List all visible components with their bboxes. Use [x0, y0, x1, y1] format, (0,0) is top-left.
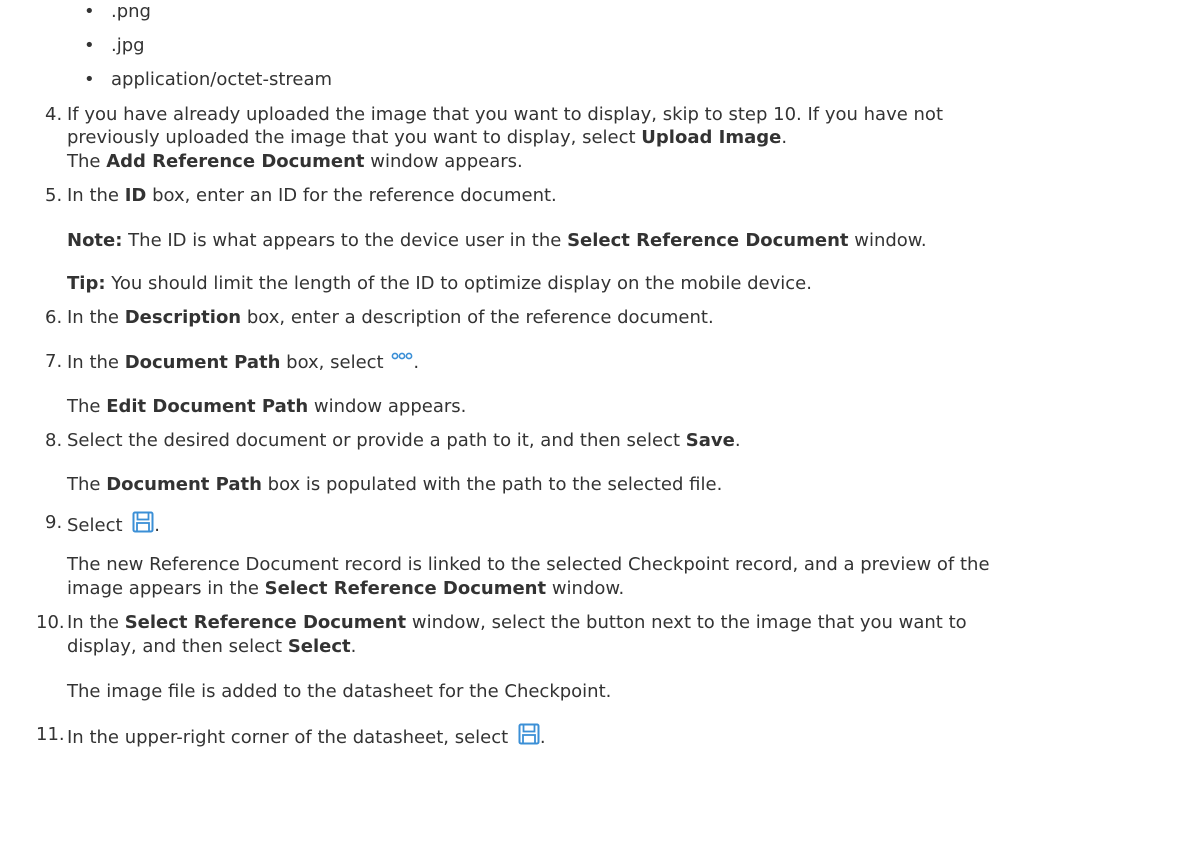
step-text: In the Select Reference Document window,…	[67, 611, 967, 635]
list-item: • .png	[84, 0, 411, 24]
text: The new Reference Document record is lin…	[67, 554, 990, 575]
step-number: 10.	[36, 612, 65, 633]
ellipsis-icon	[391, 352, 413, 360]
list-item: • .jpg	[84, 34, 411, 58]
step-number: 7.	[45, 351, 63, 372]
step-text: previously uploaded the image that you w…	[67, 126, 787, 150]
step-text: In the ID box, enter an ID for the refer…	[67, 184, 557, 208]
ui-term: Add Reference Document	[106, 151, 365, 172]
text: image appears in the	[67, 578, 265, 599]
text: The image file is added to the datasheet…	[67, 681, 612, 702]
bullet: •	[84, 35, 95, 56]
step-text: Select .	[67, 511, 160, 538]
ui-term: Document Path	[124, 352, 281, 373]
step-result: The image file is added to the datasheet…	[67, 680, 611, 704]
step-number: 9.	[45, 512, 63, 533]
ui-term: Select	[287, 636, 351, 657]
text: window, select the button next to the im…	[406, 612, 967, 633]
text: window.	[546, 578, 625, 599]
text: In the	[67, 185, 125, 206]
text: The ID is what appears to the device use…	[122, 230, 568, 251]
text: The	[67, 396, 107, 417]
step-number: 11.	[36, 724, 65, 745]
text: .	[413, 352, 420, 373]
text: In the	[67, 307, 125, 328]
ui-term: Document Path	[106, 474, 262, 495]
tip: Tip: You should limit the length of the …	[67, 272, 812, 296]
text: box is populated with the path to the se…	[261, 474, 723, 495]
step-result: The Add Reference Document window appear…	[67, 150, 523, 174]
text: .	[539, 727, 546, 748]
list-item: • application/octet-stream	[84, 68, 511, 92]
ui-term: Select Reference Document	[264, 578, 547, 599]
step-number: 4.	[45, 104, 63, 125]
text: box, select	[280, 352, 390, 373]
step-result: The new Reference Document record is lin…	[67, 553, 990, 577]
step-text: If you have already uploaded the image t…	[67, 103, 943, 127]
list-item-text: .jpg	[111, 35, 145, 56]
step-text: In the upper-right corner of the datashe…	[67, 723, 546, 750]
text: In the upper-right corner of the datashe…	[67, 727, 514, 748]
text: .	[781, 127, 788, 148]
step-text: In the Description box, enter a descript…	[67, 306, 714, 330]
text: Select	[67, 515, 129, 536]
note-label: Note:	[67, 230, 123, 251]
step-number: 8.	[45, 430, 63, 451]
note: Note: The ID is what appears to the devi…	[67, 229, 927, 253]
step-number: 6.	[45, 307, 63, 328]
step-result: The Document Path box is populated with …	[67, 473, 722, 497]
bullet: •	[84, 69, 95, 90]
text: .	[154, 515, 160, 536]
list-item-text: .png	[111, 1, 151, 22]
text: previously uploaded the image that you w…	[67, 127, 642, 148]
tip-label: Tip:	[67, 273, 106, 294]
ui-term: Upload Image	[641, 127, 782, 148]
step-text: Select the desired document or provide a…	[67, 429, 741, 453]
text: .	[734, 430, 741, 451]
text: box, enter an ID for the reference docum…	[146, 185, 557, 206]
text: The	[67, 151, 107, 172]
text: Select the desired document or provide a…	[67, 430, 686, 451]
save-icon	[132, 511, 154, 533]
ui-term: Save	[685, 430, 735, 451]
text: window appears.	[308, 396, 467, 417]
text: If you have already uploaded the image t…	[67, 104, 943, 125]
ui-term: Description	[124, 307, 242, 328]
ui-term: Select Reference Document	[567, 230, 849, 251]
step-number: 5.	[45, 185, 63, 206]
text: window.	[848, 230, 927, 251]
bullet: •	[84, 1, 95, 22]
step-text: In the Document Path box, select .	[67, 350, 419, 375]
ui-term: Edit Document Path	[106, 396, 309, 417]
text: .	[350, 636, 357, 657]
step-result: image appears in the Select Reference Do…	[67, 577, 624, 601]
ui-term: Select Reference Document	[124, 612, 407, 633]
text: The	[67, 474, 107, 495]
save-icon	[518, 723, 540, 745]
text: In the	[67, 612, 125, 633]
list-item-text: application/octet-stream	[111, 69, 333, 90]
text: window appears.	[364, 151, 523, 172]
text: In the	[67, 352, 125, 373]
text: display, and then select	[67, 636, 288, 657]
ui-term: ID	[124, 185, 147, 206]
text: You should limit the length of the ID to…	[105, 273, 812, 294]
step-result: The Edit Document Path window appears.	[67, 395, 466, 419]
step-text: display, and then select Select.	[67, 635, 356, 659]
text: box, enter a description of the referenc…	[241, 307, 714, 328]
